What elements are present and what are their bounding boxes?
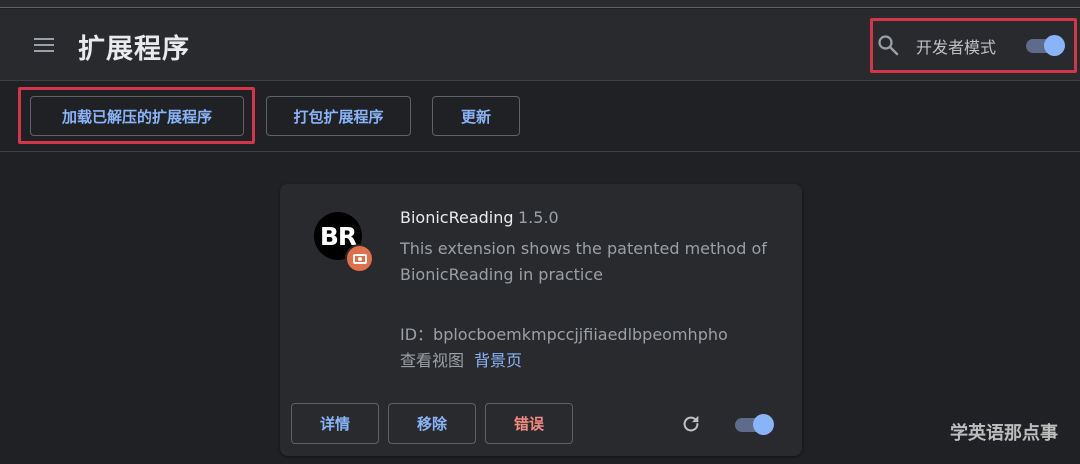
pack-extension-button[interactable]: 打包扩展程序: [266, 96, 411, 136]
toolbar: 加载已解压的扩展程序 打包扩展程序 更新: [0, 82, 1080, 152]
update-button[interactable]: 更新: [432, 96, 520, 136]
inspect-views-label: 查看视图: [400, 351, 465, 370]
load-unpacked-button[interactable]: 加载已解压的扩展程序: [30, 96, 244, 136]
reload-icon[interactable]: [680, 413, 702, 435]
background-page-link[interactable]: 背景页: [474, 347, 522, 371]
unpacked-badge-icon: [345, 244, 374, 273]
extension-description: This extension shows the patented method…: [400, 239, 767, 284]
remove-button[interactable]: 移除: [388, 403, 476, 444]
developer-mode-label: 开发者模式: [916, 38, 997, 57]
extension-name: BionicReading: [400, 208, 514, 227]
hamburger-menu-icon[interactable]: [32, 35, 56, 55]
extension-enable-toggle[interactable]: [733, 413, 777, 435]
extension-version: 1.5.0: [518, 208, 559, 227]
window-top-edge: [0, 0, 1080, 8]
errors-button[interactable]: 错误: [485, 403, 573, 444]
extension-id: ID：bplocboemkmpccjjfiiaedlbpeomhpho: [400, 325, 728, 344]
search-icon[interactable]: [876, 33, 900, 57]
extension-card: BR BionicReading 1.5.0 This extension sh…: [280, 184, 802, 456]
details-button[interactable]: 详情: [291, 403, 379, 444]
developer-mode-toggle[interactable]: [1024, 34, 1068, 56]
watermark-text: 学英语那点事: [950, 423, 1058, 444]
page-title: 扩展程序: [78, 34, 190, 65]
header-bar: 扩展程序 开发者模式: [0, 9, 1080, 81]
